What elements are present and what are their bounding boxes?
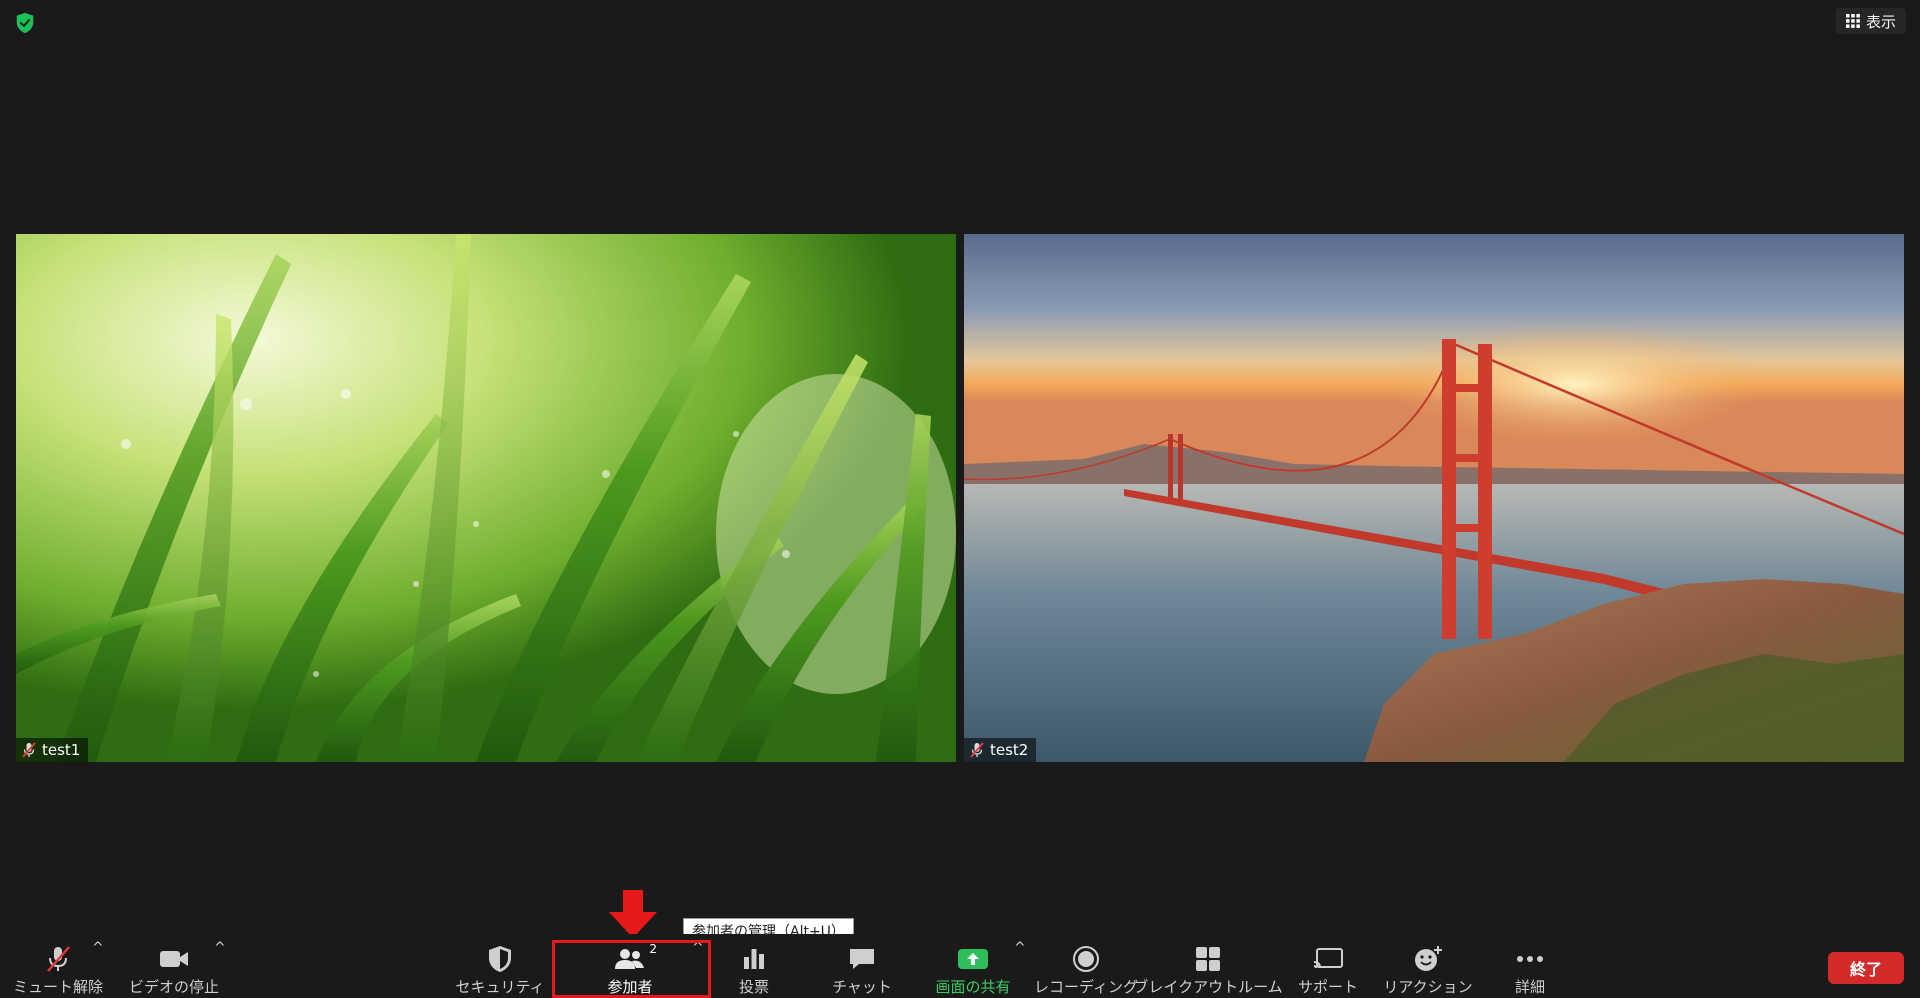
muted-mic-icon: [41, 944, 75, 974]
shield-icon: [483, 944, 517, 974]
smiley-plus-icon: [1411, 944, 1445, 974]
participant-name: test2: [990, 741, 1029, 759]
grass-background-image: [16, 234, 956, 762]
video-camera-icon: [157, 944, 191, 974]
participants-highlight-box: [552, 940, 711, 998]
stop-video-button[interactable]: ビデオの停止: [129, 936, 220, 996]
unmute-label: ミュート解除: [13, 978, 104, 996]
support-label: サポート: [1297, 978, 1358, 996]
red-arrow-annotation-icon: [609, 890, 657, 938]
participant-name: test1: [42, 741, 81, 759]
participant-name-tag: test2: [964, 738, 1037, 762]
cast-screen-icon: [1311, 944, 1345, 974]
polls-button[interactable]: 投票: [724, 936, 784, 996]
chat-label: チャット: [832, 978, 892, 996]
grid-icon: [1845, 14, 1860, 28]
muted-mic-icon: [970, 742, 984, 758]
polls-label: 投票: [738, 978, 769, 996]
more-label: 詳細: [1514, 978, 1545, 996]
participant-name-tag: test1: [16, 738, 89, 762]
end-meeting-button[interactable]: 終了: [1828, 952, 1904, 984]
unmute-button[interactable]: ミュート解除: [13, 936, 104, 996]
chat-bubble-icon: [845, 944, 879, 974]
audio-options-caret[interactable]: ^: [92, 940, 104, 956]
breakout-rooms-button[interactable]: ブレイクアウトルーム: [1133, 936, 1283, 996]
bar-chart-icon: [737, 944, 771, 974]
security-label: セキュリティ: [455, 978, 545, 996]
record-icon: [1069, 944, 1103, 974]
more-button[interactable]: 詳細: [1500, 936, 1560, 996]
view-button[interactable]: 表示: [1835, 8, 1906, 34]
meeting-toolbar: ミュート解除 ^ ビデオの停止 ^ セキュリティ 2 参加者 ^ 投票 チャット…: [0, 934, 1920, 998]
share-screen-button[interactable]: 画面の共有: [928, 936, 1018, 996]
chat-button[interactable]: チャット: [820, 936, 904, 996]
video-tile-test2[interactable]: test2: [964, 234, 1904, 762]
breakout-rooms-label: ブレイクアウトルーム: [1133, 978, 1283, 996]
more-dots-icon: [1513, 944, 1547, 974]
support-button[interactable]: サポート: [1292, 936, 1364, 996]
bridge-background-image: [964, 234, 1904, 762]
muted-mic-icon: [22, 742, 36, 758]
stop-video-label: ビデオの停止: [129, 978, 220, 996]
encryption-shield-icon[interactable]: [14, 12, 36, 34]
view-label: 表示: [1865, 12, 1896, 31]
security-button[interactable]: セキュリティ: [455, 936, 545, 996]
reactions-button[interactable]: リアクション: [1383, 936, 1473, 996]
video-tile-test1[interactable]: test1: [16, 234, 956, 762]
breakout-grid-icon: [1191, 944, 1225, 974]
reactions-label: リアクション: [1383, 978, 1473, 996]
share-options-caret[interactable]: ^: [1014, 940, 1026, 956]
zoom-meeting-window: 表示 test1 test2 参加者の管理（Alt+U） ミュート解除 ^ ビデ…: [0, 0, 1920, 998]
video-options-caret[interactable]: ^: [214, 940, 226, 956]
recording-label: レコーディング: [1034, 978, 1138, 996]
recording-button[interactable]: レコーディング: [1034, 936, 1138, 996]
share-screen-icon: [956, 944, 990, 974]
share-screen-label: 画面の共有: [935, 978, 1011, 996]
end-meeting-label: 終了: [1849, 960, 1882, 979]
